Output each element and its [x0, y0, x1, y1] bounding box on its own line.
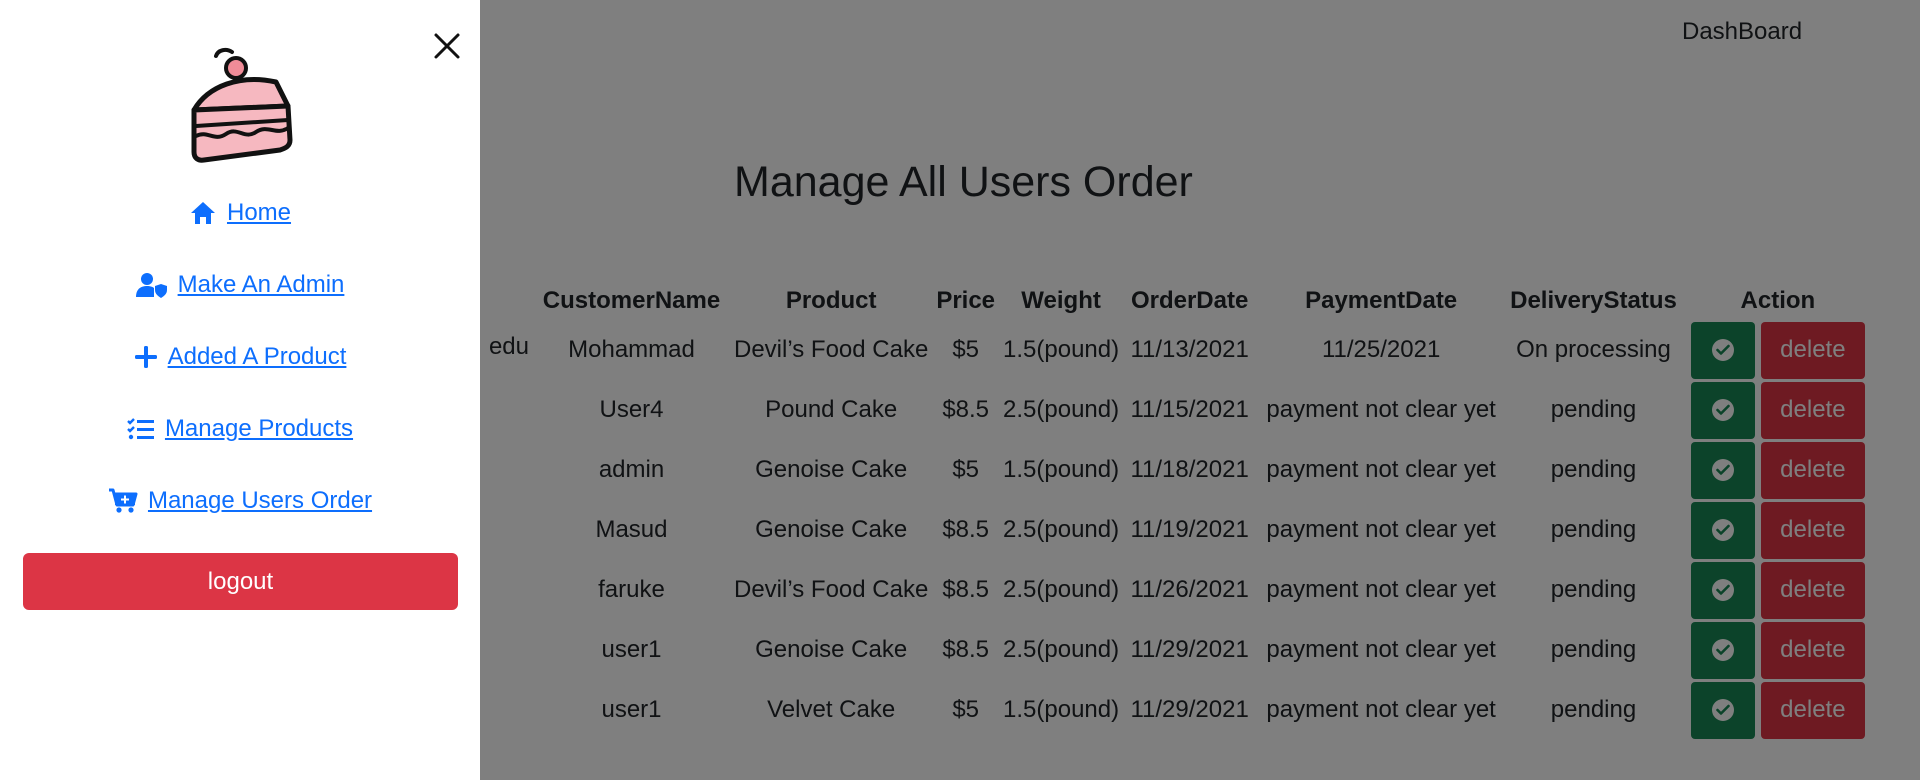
sidebar-item-label: Make An Admin — [177, 271, 345, 298]
sidebar-item-manage-products[interactable]: Manage Products — [0, 415, 480, 443]
sidebar-item-home[interactable]: Home — [0, 199, 480, 227]
checklist-icon — [127, 417, 155, 441]
cart-plus-icon — [108, 488, 138, 514]
sidebar-drawer: Home Make An Admin Added A Product Manag… — [0, 0, 480, 780]
cake-slice-logo — [184, 46, 294, 166]
sidebar-item-label: Manage Users Order — [147, 487, 373, 514]
logout-button[interactable]: logout — [23, 553, 458, 610]
close-icon[interactable] — [431, 30, 463, 62]
sidebar-item-manage-users-order[interactable]: Manage Users Order — [0, 487, 480, 515]
home-icon — [189, 200, 217, 226]
user-shield-icon — [135, 272, 168, 298]
sidebar-item-label: Added A Product — [167, 343, 347, 370]
sidebar-item-make-admin[interactable]: Make An Admin — [0, 271, 480, 299]
sidebar-item-label: Manage Products — [164, 415, 354, 442]
plus-icon — [134, 345, 158, 369]
sidebar-item-label: Home — [226, 199, 292, 226]
sidebar-item-add-product[interactable]: Added A Product — [0, 343, 480, 371]
